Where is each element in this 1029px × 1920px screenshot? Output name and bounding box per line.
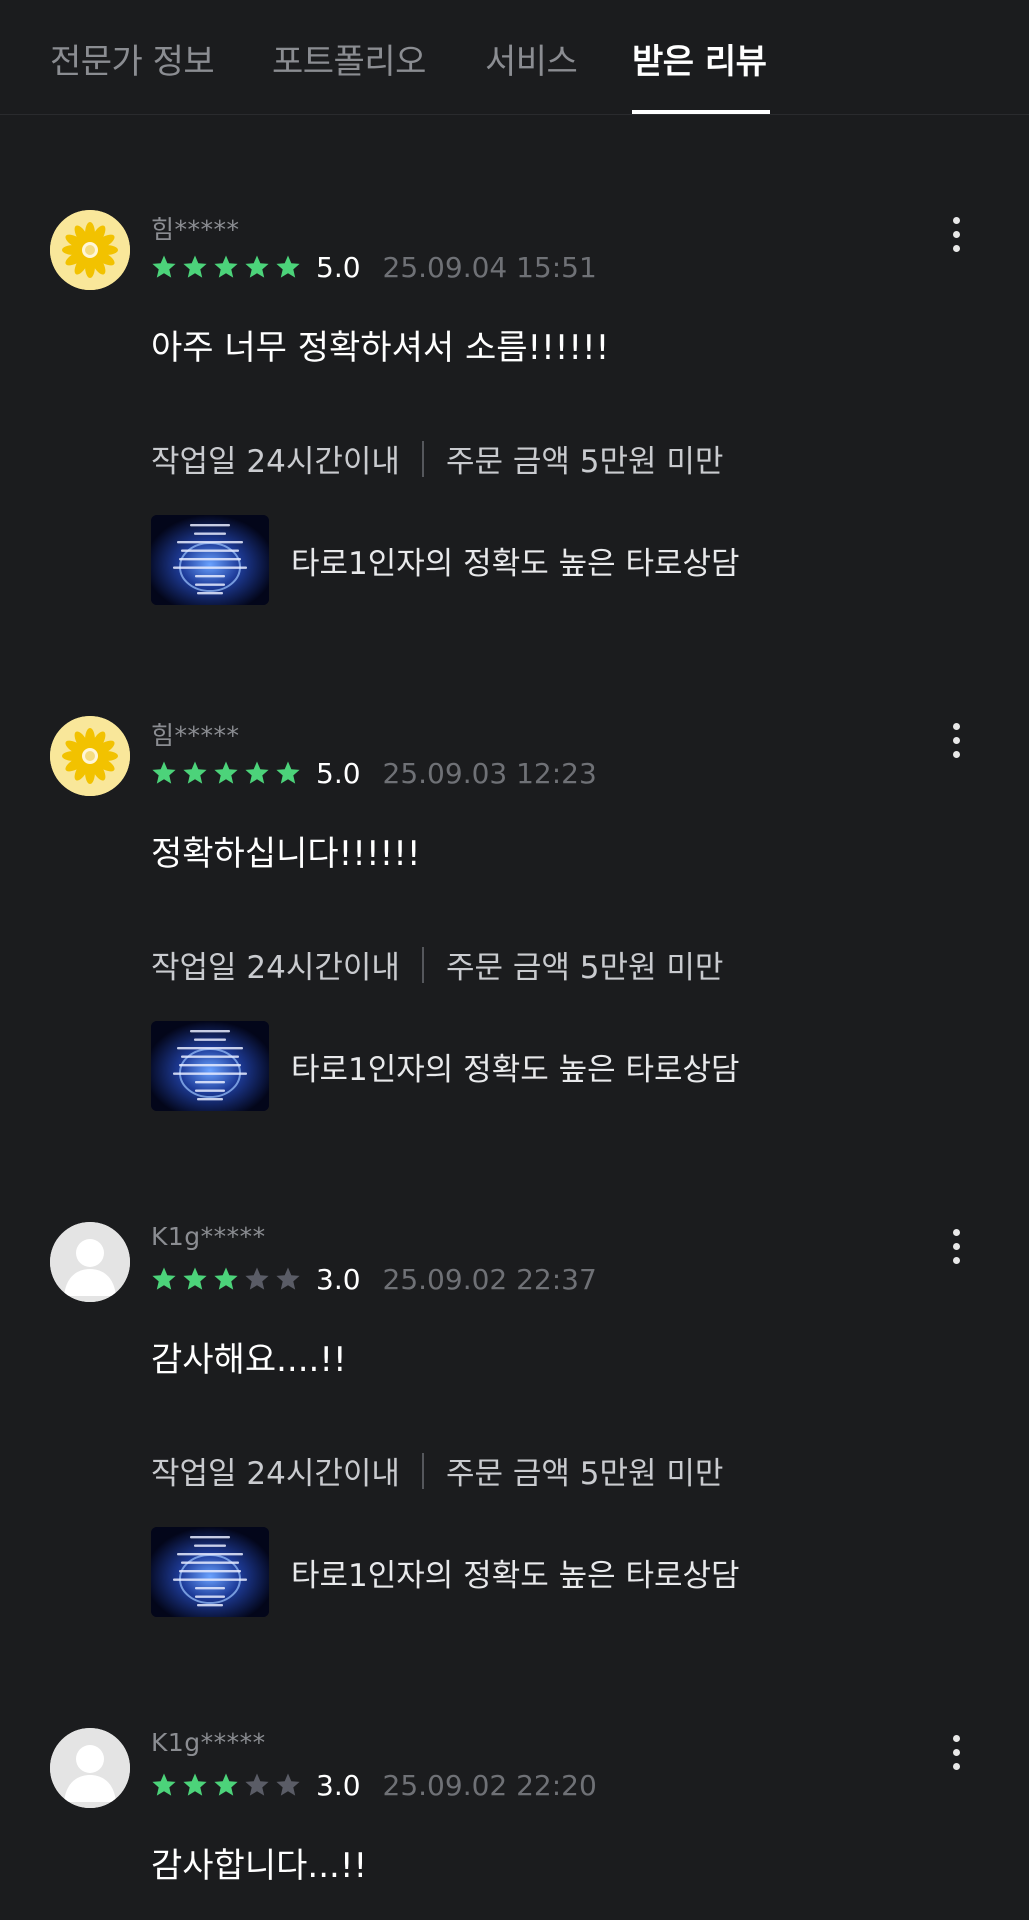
service-title: 타로1인자의 정확도 높은 타로상담 [291, 1557, 740, 1594]
order-amount-label: 주문 금액 5만원 미만 [445, 950, 724, 986]
star-empty-icon [275, 1266, 301, 1292]
service-link[interactable]: 타로1인자의 정확도 높은 타로상담 [151, 1021, 740, 1111]
order-amount-label: 주문 금액 5만원 미만 [445, 1456, 724, 1492]
review-comment: 정확하십니다!!!!!! [151, 834, 421, 874]
star-empty-icon [244, 1266, 270, 1292]
meta-divider [421, 1452, 424, 1489]
star-filled-icon [151, 1772, 177, 1798]
star-filled-icon [213, 760, 239, 786]
review-date: 25.09.02 22:20 [382, 1768, 597, 1802]
more-options-icon[interactable] [944, 1226, 968, 1270]
service-title: 타로1인자의 정확도 높은 타로상담 [291, 1051, 740, 1088]
review-meta: 작업일 24시간이내 주문 금액 5만원 미만 [151, 1448, 723, 1493]
star-filled-icon [182, 760, 208, 786]
review-meta: 작업일 24시간이내 주문 금액 5만원 미만 [151, 436, 723, 481]
more-options-icon[interactable] [944, 1732, 968, 1776]
star-filled-icon [275, 254, 301, 280]
default-user-avatar [50, 1222, 130, 1302]
star-rating [151, 254, 306, 280]
flower-avatar [50, 210, 130, 290]
rating-row: 3.0 25.09.02 22:20 [151, 1768, 597, 1802]
active-tab-indicator [632, 110, 770, 114]
more-options-icon[interactable] [944, 214, 968, 258]
review-date: 25.09.04 15:51 [382, 250, 597, 284]
star-filled-icon [151, 1266, 177, 1292]
review-comment: 아주 너무 정확하셔서 소름!!!!!! [151, 328, 610, 368]
review-username: K1g***** [151, 1728, 266, 1757]
rating-row: 3.0 25.09.02 22:37 [151, 1262, 597, 1296]
work-days-label: 작업일 24시간이내 [151, 950, 400, 986]
star-filled-icon [213, 254, 239, 280]
service-thumbnail [151, 1527, 269, 1617]
more-options-icon[interactable] [944, 720, 968, 764]
service-link[interactable]: 타로1인자의 정확도 높은 타로상담 [151, 1527, 740, 1617]
rating-score: 3.0 [316, 1768, 361, 1802]
star-empty-icon [275, 1772, 301, 1798]
star-filled-icon [151, 254, 177, 280]
star-filled-icon [182, 1266, 208, 1292]
star-filled-icon [244, 760, 270, 786]
tab-portfolio[interactable]: 포트폴리오 [272, 34, 426, 83]
review-meta: 작업일 24시간이내 주문 금액 5만원 미만 [151, 942, 723, 987]
star-rating [151, 760, 306, 786]
review-username: 힘***** [151, 721, 240, 750]
review-date: 25.09.02 22:37 [382, 1262, 597, 1296]
review-item: 힘***** 5.0 25.09.03 12:23 정확하십니다!!!!!! 작… [0, 716, 1029, 1216]
meta-divider [421, 440, 424, 477]
star-filled-icon [275, 760, 301, 786]
rating-row: 5.0 25.09.04 15:51 [151, 250, 597, 284]
tab-reviews[interactable]: 받은 리뷰 [632, 34, 767, 83]
star-filled-icon [151, 760, 177, 786]
star-empty-icon [244, 1772, 270, 1798]
work-days-label: 작업일 24시간이내 [151, 1456, 400, 1492]
flower-avatar [50, 716, 130, 796]
order-amount-label: 주문 금액 5만원 미만 [445, 444, 724, 480]
service-thumbnail [151, 1021, 269, 1111]
star-rating [151, 1772, 306, 1798]
rating-score: 5.0 [316, 756, 361, 790]
review-item: 힘***** 5.0 25.09.04 15:51 아주 너무 정확하셔서 소름… [0, 210, 1029, 710]
review-username: K1g***** [151, 1222, 266, 1251]
service-thumbnail [151, 515, 269, 605]
service-title: 타로1인자의 정확도 높은 타로상담 [291, 545, 740, 582]
star-filled-icon [213, 1266, 239, 1292]
meta-divider [421, 946, 424, 983]
rating-row: 5.0 25.09.03 12:23 [151, 756, 597, 790]
review-date: 25.09.03 12:23 [382, 756, 597, 790]
star-filled-icon [182, 1772, 208, 1798]
rating-score: 5.0 [316, 250, 361, 284]
tab-expert-info[interactable]: 전문가 정보 [50, 34, 215, 83]
review-comment: 감사합니다...!! [151, 1846, 368, 1886]
review-item: K1g***** 3.0 25.09.02 22:37 감사해요....!! 작… [0, 1222, 1029, 1722]
star-filled-icon [182, 254, 208, 280]
work-days-label: 작업일 24시간이내 [151, 444, 400, 480]
star-filled-icon [213, 1772, 239, 1798]
review-comment: 감사해요....!! [151, 1340, 347, 1380]
rating-score: 3.0 [316, 1262, 361, 1296]
tab-services[interactable]: 서비스 [485, 34, 578, 83]
service-link[interactable]: 타로1인자의 정확도 높은 타로상담 [151, 515, 740, 605]
star-rating [151, 1266, 306, 1292]
star-filled-icon [244, 254, 270, 280]
default-user-avatar [50, 1728, 130, 1808]
review-item: K1g***** 3.0 25.09.02 22:20 감사합니다...!! [0, 1728, 1029, 1920]
review-username: 힘***** [151, 215, 240, 244]
tab-bar: 전문가 정보 포트폴리오 서비스 받은 리뷰 [0, 0, 1029, 115]
